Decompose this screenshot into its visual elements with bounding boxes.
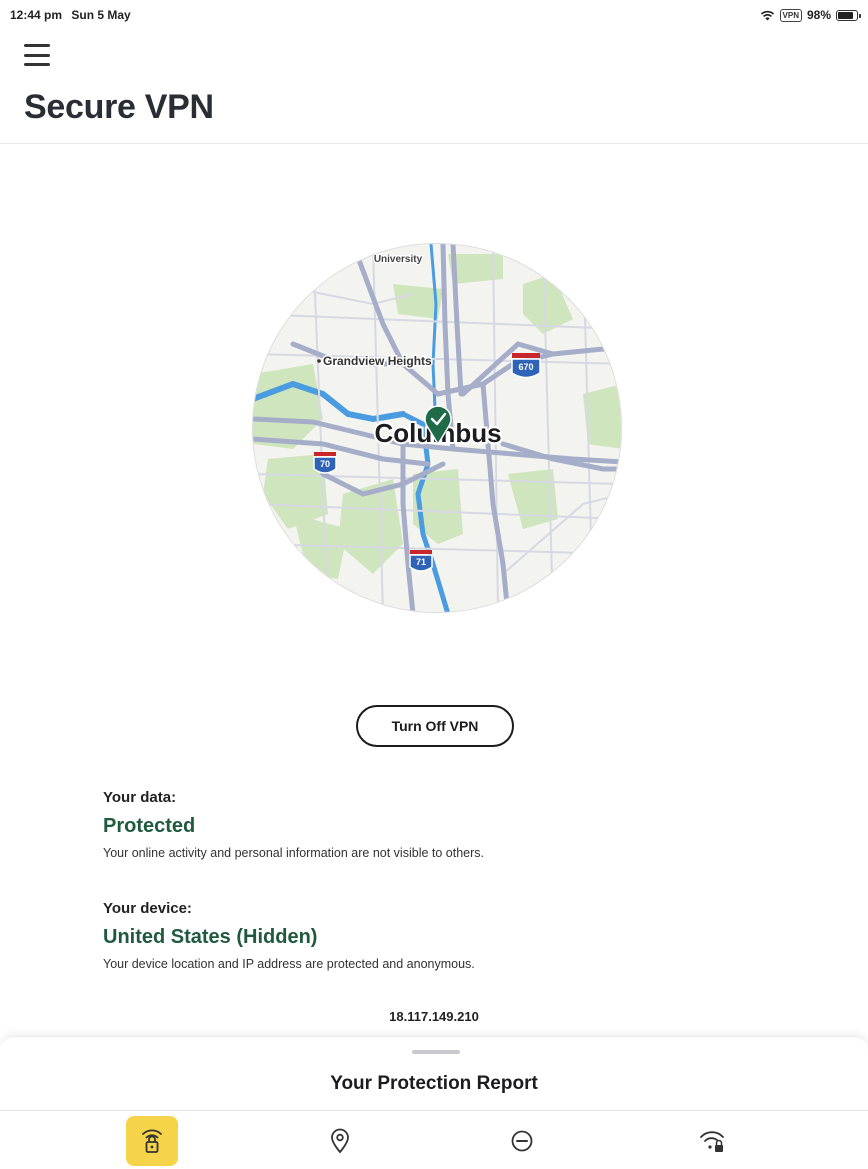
- device-status-label: Your device:: [103, 900, 192, 917]
- block-icon: [511, 1130, 533, 1152]
- map-label-university: University: [374, 254, 423, 265]
- status-bar: 12:44 pm Sun 5 May VPN 98%: [0, 8, 868, 28]
- wifi-lock-icon: [700, 1131, 724, 1152]
- page-title: Secure VPN: [24, 88, 214, 126]
- bottom-tab-bar: [0, 1110, 868, 1169]
- data-status-label: Your data:: [103, 789, 177, 806]
- device-status-description: Your device location and IP address are …: [103, 957, 475, 971]
- status-indicators: VPN 98%: [760, 8, 861, 22]
- battery-percent: 98%: [806, 8, 831, 22]
- protection-report-sheet[interactable]: Your Protection Report: [0, 1036, 868, 1110]
- wifi-icon: [760, 10, 774, 20]
- interstate-70-shield: 70: [320, 459, 330, 469]
- turn-off-vpn-button[interactable]: Turn Off VPN: [356, 705, 514, 747]
- location-pin-icon: [331, 1128, 349, 1154]
- status-datetime: 12:44 pm Sun 5 May: [10, 8, 137, 22]
- wifi-lock-shield-icon: [142, 1129, 162, 1153]
- header-divider: [0, 143, 868, 144]
- interstate-670-shield: 670: [518, 362, 533, 372]
- ip-address: 18.117.149.210: [389, 1009, 479, 1024]
- sheet-drag-handle[interactable]: [412, 1050, 460, 1054]
- data-status-description: Your online activity and personal inform…: [103, 846, 485, 860]
- vpn-screen: 12:44 pm Sun 5 May VPN 98% Secure VPN 67…: [0, 0, 868, 1169]
- tab-location[interactable]: [314, 1116, 366, 1166]
- hamburger-menu-icon[interactable]: [24, 44, 50, 66]
- map-label-grandview: Grandview Heights: [323, 354, 432, 368]
- device-status-section: Your device: United States (Hidden) Your…: [103, 900, 475, 971]
- tab-secure-vpn[interactable]: [126, 1116, 178, 1166]
- status-date: Sun 5 May: [71, 8, 131, 22]
- location-map: 670 70 71 University Grandview Heights C…: [252, 243, 622, 613]
- device-status-value: United States (Hidden): [103, 926, 318, 948]
- vpn-status-badge: VPN: [779, 8, 802, 22]
- protection-report-title: Your Protection Report: [330, 1073, 538, 1094]
- data-status-value: Protected: [103, 815, 196, 837]
- battery-icon: [836, 9, 861, 21]
- interstate-71-shield: 71: [416, 557, 426, 567]
- data-status-section: Your data: Protected Your online activit…: [103, 789, 484, 860]
- status-time: 12:44 pm: [10, 8, 63, 22]
- tab-blocker[interactable]: [496, 1116, 548, 1166]
- tab-wifi-security[interactable]: [686, 1116, 738, 1166]
